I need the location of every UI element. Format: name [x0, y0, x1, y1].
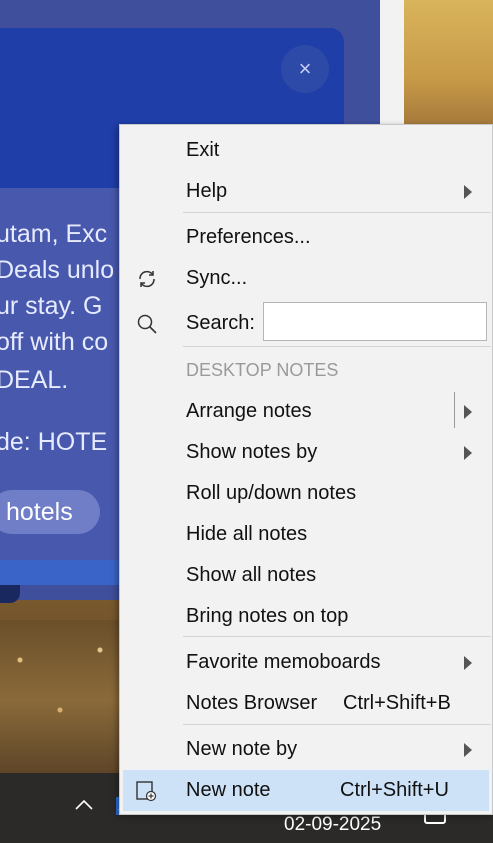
menu-item-new-note[interactable]: New note Ctrl+Shift+U: [123, 770, 489, 811]
new-note-icon: [135, 780, 157, 802]
menu-item-label: Arrange notes: [186, 400, 312, 422]
menu-item-show-all[interactable]: Show all notes: [121, 555, 492, 596]
wallpaper-strip: [404, 0, 493, 130]
menu-separator: [183, 212, 491, 213]
menu-item-label: Search:: [186, 312, 255, 334]
menu-item-label: Preferences...: [186, 226, 311, 248]
promo-line: ur stay. G: [0, 292, 103, 320]
menu-item-label: Show all notes: [186, 564, 317, 586]
menu-item-show-notes-by[interactable]: Show notes by: [121, 432, 492, 473]
split-divider: [454, 392, 455, 428]
promo-line: de: HOTE: [0, 428, 108, 456]
close-icon[interactable]: ×: [281, 45, 329, 93]
menu-item-new-note-by[interactable]: New note by: [121, 729, 492, 770]
menu-item-arrange-notes[interactable]: Arrange notes: [121, 391, 492, 432]
shortcut-label: Ctrl+Shift+B: [343, 692, 451, 714]
menu-item-label: Help: [186, 180, 228, 202]
sync-icon: [136, 268, 158, 290]
menu-item-label: Bring notes on top: [186, 605, 349, 627]
submenu-arrow-icon: [464, 656, 472, 670]
menu-separator: [183, 724, 491, 725]
submenu-arrow-icon: [464, 743, 472, 757]
search-input[interactable]: [263, 302, 487, 341]
menu-item-label: Hide all notes: [186, 523, 308, 545]
search-icon: [136, 313, 158, 335]
menu-item-label: Sync...: [186, 267, 248, 289]
menu-separator: [183, 636, 491, 637]
menu-item-roll-up-down[interactable]: Roll up/down notes: [121, 473, 492, 514]
window-gap: [380, 0, 404, 130]
menu-item-sync[interactable]: Sync...: [121, 258, 492, 299]
promo-hotels-button[interactable]: hotels: [0, 490, 100, 534]
clock-date[interactable]: 02-09-2025: [284, 814, 381, 836]
menu-item-help[interactable]: Help: [121, 171, 492, 212]
context-menu: Exit Help Preferences... Sync... Search:…: [119, 124, 493, 815]
promo-line: off with co: [0, 328, 109, 356]
submenu-arrow-icon: [464, 185, 472, 199]
menu-item-bring-on-top[interactable]: Bring notes on top: [121, 596, 492, 637]
menu-item-favorite-memoboards[interactable]: Favorite memoboards: [121, 642, 492, 683]
menu-item-label: Favorite memoboards: [186, 651, 381, 673]
menu-item-label: New note: [186, 779, 271, 801]
menu-item-label: Exit: [186, 139, 220, 161]
promo-line: Deals unlo: [0, 256, 115, 284]
promo-line: utam, Exc: [0, 220, 108, 248]
shortcut-label: Ctrl+Shift+U: [340, 779, 449, 801]
promo-line: DEAL.: [0, 366, 69, 394]
submenu-arrow-icon[interactable]: [464, 405, 472, 419]
menu-item-hide-all[interactable]: Hide all notes: [121, 514, 492, 555]
menu-separator: [183, 346, 491, 347]
menu-item-label: Roll up/down notes: [186, 482, 357, 504]
menu-item-preferences[interactable]: Preferences...: [121, 217, 492, 258]
menu-item-label: Notes Browser: [186, 692, 318, 714]
submenu-arrow-icon: [464, 446, 472, 460]
menu-item-label: New note by: [186, 738, 298, 760]
menu-item-label: Show notes by: [186, 441, 318, 463]
menu-item-notes-browser[interactable]: Notes Browser Ctrl+Shift+B: [121, 683, 492, 724]
chevron-up-icon[interactable]: [74, 795, 94, 816]
menu-item-exit[interactable]: Exit: [121, 130, 492, 171]
section-header: DESKTOP NOTES: [186, 360, 339, 380]
